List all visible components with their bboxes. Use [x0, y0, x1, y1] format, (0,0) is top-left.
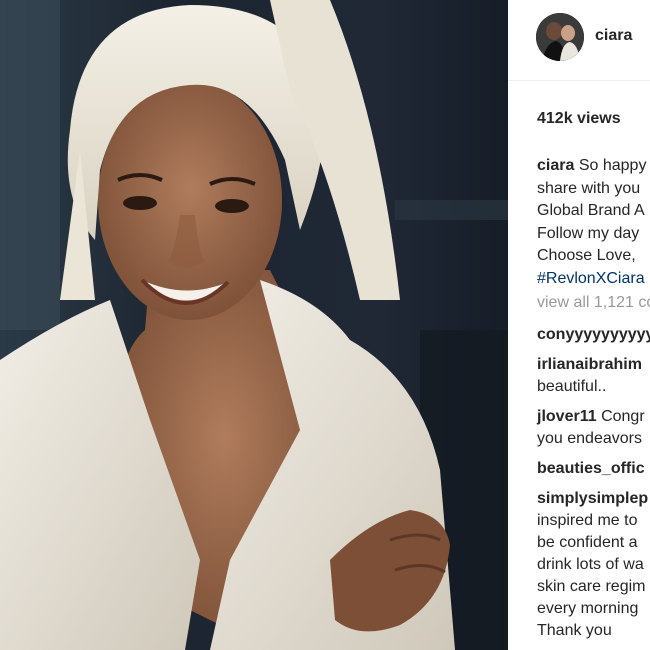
caption-line: share with you [537, 179, 641, 197]
caption-line: Choose Love, [537, 247, 636, 264]
post-photo[interactable] [0, 0, 508, 650]
comment-username[interactable]: simplysimplep [537, 490, 648, 507]
comment-text: beautiful.. [537, 378, 607, 395]
comment-text: skin care regim [537, 578, 646, 595]
comment-username[interactable]: jlover11 [537, 408, 597, 425]
comment-text: Congr [601, 408, 645, 425]
comment-username[interactable]: irlianaibrahim [537, 356, 642, 373]
comment-item: beauties_offic [537, 458, 650, 480]
avatar[interactable] [536, 13, 584, 61]
avatar-image [536, 13, 584, 61]
caption-username[interactable]: ciara [537, 157, 574, 174]
comment-item: conyyyyyyyyyy [537, 324, 650, 346]
comment-item: simplysimplep inspired me to be confiden… [537, 488, 650, 642]
caption-hashtag[interactable]: #RevlonXCiara [537, 268, 650, 291]
post-caption: ciara So happy share with you Global Bra… [537, 155, 650, 290]
comments-list: conyyyyyyyyyy irlianaibrahim beautiful..… [537, 324, 650, 642]
caption-line: So happy [578, 157, 647, 174]
photo-image [0, 0, 508, 650]
comment-text: every morning [537, 600, 639, 617]
comment-username[interactable]: conyyyyyyyyyy [537, 326, 650, 343]
comment-item: irlianaibrahim beautiful.. [537, 354, 650, 398]
post-username[interactable]: ciara [595, 27, 632, 45]
comment-text: drink lots of wa [537, 556, 644, 573]
comment-item: jlover11 Congr you endeavors [537, 406, 650, 450]
view-all-comments-link[interactable]: view all 1,121 co [537, 294, 650, 312]
comment-text: be confident a [537, 534, 638, 551]
post-side-panel: ciara 412k views ciara So happy share wi… [508, 0, 650, 650]
caption-line: Global Brand A [537, 202, 645, 219]
post-header: ciara [508, 0, 650, 81]
comment-username[interactable]: beauties_offic [537, 460, 645, 477]
caption-line: Follow my day [537, 224, 640, 242]
view-count: 412k views [537, 110, 621, 127]
comment-text: Thank you [537, 622, 612, 639]
comment-text: inspired me to [537, 512, 638, 529]
comment-text: you endeavors [537, 430, 642, 447]
